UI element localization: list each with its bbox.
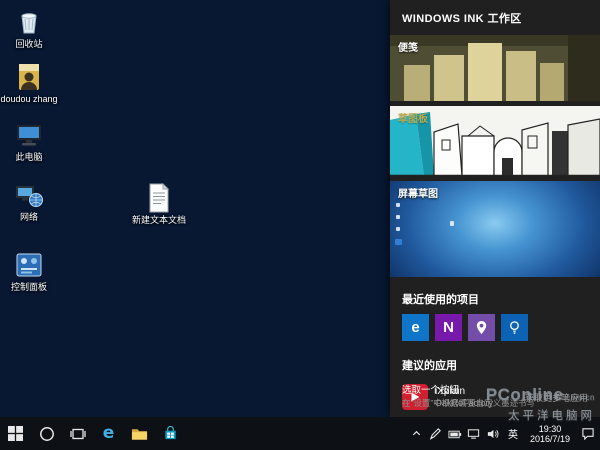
icon-label: 控制面板 bbox=[10, 282, 47, 292]
icon-label: 新建文本文档 bbox=[131, 215, 186, 225]
ink-panel-title: WINDOWS INK 工作区 bbox=[402, 13, 522, 25]
volume-tray-button[interactable] bbox=[483, 417, 502, 450]
sticky-notes-tile[interactable]: 便笺 bbox=[390, 35, 600, 101]
network-icon bbox=[16, 186, 43, 207]
file-explorer-button[interactable] bbox=[124, 417, 155, 450]
control-panel-icon bbox=[16, 253, 42, 277]
task-view-icon bbox=[69, 428, 86, 439]
edge-icon: e bbox=[411, 319, 420, 336]
ink-panel-hint: 选取一个按钮 在“设置”中根据需要自定义墨迹书写 bbox=[402, 384, 535, 410]
screen-sketch-label: 屏幕草图 bbox=[398, 189, 438, 200]
hint-line-2: 在“设置”中根据需要自定义墨迹书写 bbox=[402, 398, 536, 408]
recent-items-title: 最近使用的项目 bbox=[402, 294, 479, 306]
notification-bubble-icon bbox=[582, 428, 594, 440]
recent-app-maps[interactable] bbox=[468, 314, 495, 341]
hint-line-1: 选取一个按钮 bbox=[402, 385, 460, 396]
action-center-button[interactable] bbox=[576, 417, 600, 450]
clock-time: 19:30 bbox=[538, 423, 562, 434]
clock-date: 2016/7/19 bbox=[529, 434, 571, 444]
system-tray: 英 19:30 2016/7/19 bbox=[407, 417, 600, 450]
sticky-notes-thumbnail bbox=[390, 35, 600, 101]
recent-apps-row: e N bbox=[390, 313, 600, 343]
input-language-indicator[interactable]: 英 bbox=[502, 426, 524, 441]
windows-ink-workspace-panel: WINDOWS INK 工作区 便笺 草图板 屏幕草图 最近使用的项目 e N … bbox=[390, 0, 600, 417]
icon-label: doudou zhang bbox=[0, 94, 58, 104]
recycle-bin-icon bbox=[21, 13, 37, 34]
suggested-apps-title: 建议的应用 bbox=[402, 360, 457, 372]
map-pin-icon bbox=[476, 320, 487, 335]
store-bag-icon bbox=[165, 426, 176, 440]
speaker-icon bbox=[487, 429, 499, 438]
desktop-icon-network[interactable]: 网络 bbox=[0, 180, 58, 222]
desktop-icon-this-pc[interactable]: 此电脑 bbox=[0, 120, 58, 162]
sketchpad-tile[interactable]: 草图板 bbox=[390, 106, 600, 176]
start-button[interactable] bbox=[0, 417, 31, 450]
windows-ink-tray-button[interactable] bbox=[426, 417, 445, 450]
pen-icon bbox=[429, 428, 441, 440]
recent-app-tips[interactable] bbox=[501, 314, 528, 341]
desktop-icon-recycle-bin[interactable]: 回收站 bbox=[0, 7, 58, 49]
sketchpad-label: 草图板 bbox=[398, 114, 428, 125]
icon-label: 回收站 bbox=[15, 39, 43, 49]
windows-logo-icon bbox=[8, 426, 23, 441]
onenote-icon: N bbox=[443, 319, 454, 336]
recent-app-onenote[interactable]: N bbox=[435, 314, 462, 341]
show-hidden-icons-button[interactable] bbox=[407, 417, 426, 450]
recent-app-edge[interactable]: e bbox=[402, 314, 429, 341]
mini-desktop-icon bbox=[396, 203, 400, 207]
taskbar-clock[interactable]: 19:30 2016/7/19 bbox=[524, 423, 576, 445]
mini-file-icon bbox=[450, 221, 454, 226]
cortana-search-button[interactable] bbox=[31, 417, 62, 450]
desktop-icon-control-panel[interactable]: 控制面板 bbox=[0, 250, 58, 292]
cortana-circle-icon bbox=[39, 426, 54, 441]
text-document-icon bbox=[149, 183, 170, 213]
desktop-icon-text-file[interactable]: 新建文本文档 bbox=[128, 183, 190, 225]
task-view-button[interactable] bbox=[62, 417, 93, 450]
user-tile-icon bbox=[19, 64, 39, 90]
icon-label: 此电脑 bbox=[15, 152, 43, 162]
store-button[interactable] bbox=[155, 417, 186, 450]
screen-sketch-tile[interactable]: 屏幕草图 bbox=[390, 181, 600, 277]
network-tray-button[interactable] bbox=[464, 417, 483, 450]
edge-icon: e bbox=[102, 423, 115, 443]
battery-tray-button[interactable] bbox=[445, 417, 464, 450]
sticky-notes-label: 便笺 bbox=[398, 43, 418, 54]
network-icon bbox=[467, 428, 480, 439]
taskbar-left-icons: e bbox=[0, 417, 186, 450]
chevron-up-icon bbox=[412, 430, 421, 436]
mini-control-panel-icon bbox=[395, 239, 402, 245]
mini-desktop-icon bbox=[396, 227, 400, 231]
lightbulb-icon bbox=[510, 321, 519, 334]
icon-label: 网络 bbox=[19, 212, 38, 222]
edge-taskbar-button[interactable]: e bbox=[93, 417, 124, 450]
battery-icon bbox=[447, 430, 461, 438]
taskbar: e 英 19:30 2016/7/19 bbox=[0, 417, 600, 450]
folder-icon bbox=[131, 428, 148, 440]
computer-icon bbox=[17, 125, 41, 146]
mini-desktop-icon bbox=[396, 215, 400, 219]
desktop-icon-user-folder[interactable]: doudou zhang bbox=[0, 62, 58, 104]
